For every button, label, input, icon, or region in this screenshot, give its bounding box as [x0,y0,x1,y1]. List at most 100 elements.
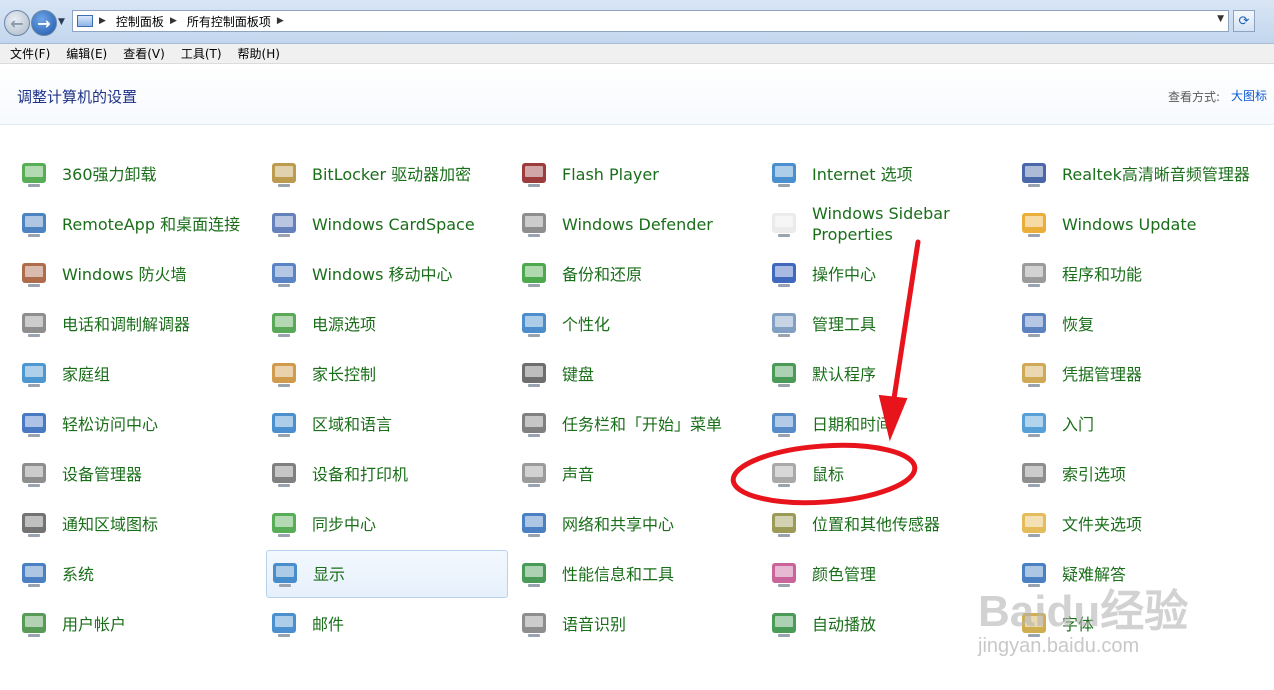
control-panel-item[interactable]: 家庭组 [16,350,258,398]
forward-arrow-icon: → [37,13,51,33]
control-panel-item[interactable]: 用户帐户 [16,600,258,648]
control-panel-item[interactable]: Windows 防火墙 [16,250,258,298]
menu-tools[interactable]: 工具(T) [181,45,222,62]
control-panel-item[interactable]: 字体 [1016,600,1258,648]
mobility-center-icon [268,258,300,290]
control-panel-item[interactable]: Windows CardSpace [266,200,508,248]
control-panel-item-label: 备份和还原 [562,264,643,284]
control-panel-item[interactable]: 设备和打印机 [266,450,508,498]
address-path[interactable]: ▶ 控制面板 ▶ 所有控制面板项 ▶ ▼ [72,10,1229,32]
control-panel-item-label: 操作中心 [812,264,877,284]
bitlocker-key-icon [268,158,300,190]
control-panel-item[interactable]: 区域和语言 [266,400,508,448]
control-panel-item[interactable]: 通知区域图标 [16,500,258,548]
back-arrow-icon: ← [10,13,24,33]
control-panel-item[interactable]: Windows Update [1016,200,1258,248]
control-panel-item-label: RemoteApp 和桌面连接 [62,214,241,234]
control-panel-item[interactable]: 鼠标 [766,450,1008,498]
control-panel-item-label: 个性化 [562,314,611,334]
control-panel-item[interactable]: 电话和调制解调器 [16,300,258,348]
folder-options-icon [1018,508,1050,540]
control-panel-item[interactable]: 位置和其他传感器 [766,500,1008,548]
control-panel-item-label: 日期和时间 [812,414,893,434]
menu-view[interactable]: 查看(V) [123,45,165,62]
control-panel-item[interactable]: 操作中心 [766,250,1008,298]
back-button[interactable]: ← [4,10,30,36]
page-title: 调整计算机的设置 [17,88,138,106]
control-panel-item[interactable]: 程序和功能 [1016,250,1258,298]
control-panel-item[interactable]: 个性化 [516,300,758,348]
control-panel-item[interactable]: 日期和时间 [766,400,1008,448]
control-panel-item[interactable]: 轻松访问中心 [16,400,258,448]
control-panel-item[interactable]: 声音 [516,450,758,498]
control-panel-item[interactable]: 文件夹选项 [1016,500,1258,548]
control-panel-item[interactable]: 颜色管理 [766,550,1008,598]
control-panel-item[interactable]: 系统 [16,550,258,598]
control-panel-item[interactable]: 语音识别 [516,600,758,648]
breadcrumb-control-panel[interactable]: 控制面板 [116,13,164,30]
control-panel-item[interactable]: 备份和还原 [516,250,758,298]
control-panel-item[interactable]: Internet 选项 [766,150,1008,198]
breadcrumb-separator[interactable]: ▶ [277,16,284,26]
recovery-icon [1018,308,1050,340]
admin-tools-icon [768,308,800,340]
menu-edit[interactable]: 编辑(E) [66,45,107,62]
breadcrumb-separator[interactable]: ▶ [99,16,106,26]
control-panel-item[interactable]: 键盘 [516,350,758,398]
control-panel-item-label: 邮件 [312,614,345,634]
control-panel-item[interactable]: BitLocker 驱动器加密 [266,150,508,198]
control-panel-item[interactable]: 性能信息和工具 [516,550,758,598]
control-panel-item-label: 用户帐户 [62,614,127,634]
control-panel-item[interactable]: 同步中心 [266,500,508,548]
control-panel-item[interactable]: 默认程序 [766,350,1008,398]
control-panel-item[interactable]: 邮件 [266,600,508,648]
control-panel-item[interactable]: 任务栏和「开始」菜单 [516,400,758,448]
control-panel-item[interactable]: 索引选项 [1016,450,1258,498]
control-panel-item[interactable]: 恢复 [1016,300,1258,348]
color-management-icon [768,558,800,590]
device-manager-icon [18,458,50,490]
control-panel-item-label: 网络和共享中心 [562,514,675,534]
control-panel-item[interactable]: 家长控制 [266,350,508,398]
breadcrumb-separator[interactable]: ▶ [170,16,177,26]
control-panel-item[interactable]: Windows 移动中心 [266,250,508,298]
control-panel-item-label: 轻松访问中心 [62,414,159,434]
control-panel-item-label: 文件夹选项 [1062,514,1143,534]
menu-help[interactable]: 帮助(H) [238,45,280,62]
control-panel-item[interactable]: RemoteApp 和桌面连接 [16,200,258,248]
control-panel-item[interactable]: 管理工具 [766,300,1008,348]
control-panel-item[interactable]: Flash Player [516,150,758,198]
control-panel-item-label: 通知区域图标 [62,514,159,534]
control-panel-item[interactable]: 网络和共享中心 [516,500,758,548]
control-panel-item[interactable]: 360强力卸载 [16,150,258,198]
credential-manager-icon [1018,358,1050,390]
control-panel-item[interactable]: 显示 [266,550,508,598]
breadcrumb-all-items[interactable]: 所有控制面板项 [187,13,271,30]
control-panel-item[interactable]: 疑难解答 [1016,550,1258,598]
control-panel-item[interactable]: Windows Sidebar Properties [766,200,1008,248]
control-panel-item-label: Flash Player [562,164,659,184]
forward-button[interactable]: → [31,10,57,36]
address-dropdown-icon[interactable]: ▼ [1217,14,1224,24]
control-panel-item[interactable]: Realtek高清晰音频管理器 [1016,150,1258,198]
defender-icon [518,208,550,240]
control-panel-item[interactable]: 自动播放 [766,600,1008,648]
menu-file[interactable]: 文件(F) [10,45,50,62]
control-panel-item-label: Internet 选项 [812,164,913,184]
control-panel-item-label: 索引选项 [1062,464,1127,484]
refresh-button[interactable]: ⟳ [1233,10,1255,32]
control-panel-item[interactable]: 入门 [1016,400,1258,448]
control-panel-item-label: 系统 [62,564,95,584]
view-mode-link[interactable]: 大图标 [1231,87,1267,104]
control-panel-item[interactable]: Windows Defender [516,200,758,248]
control-panel-item[interactable]: 电源选项 [266,300,508,348]
control-panel-item[interactable]: 设备管理器 [16,450,258,498]
default-programs-icon [768,358,800,390]
control-panel-item-label: Windows 移动中心 [312,264,453,284]
control-panel-items: 360强力卸载 BitLocker 驱动器加密 Flash Player Intern… [0,150,1274,650]
recent-pages-dropdown[interactable]: ▼ [58,17,65,27]
control-panel-item-label: Windows Sidebar Properties [812,204,950,244]
control-panel-item[interactable]: 凭据管理器 [1016,350,1258,398]
control-panel-item-label: 颜色管理 [812,564,877,584]
parental-controls-icon [268,358,300,390]
